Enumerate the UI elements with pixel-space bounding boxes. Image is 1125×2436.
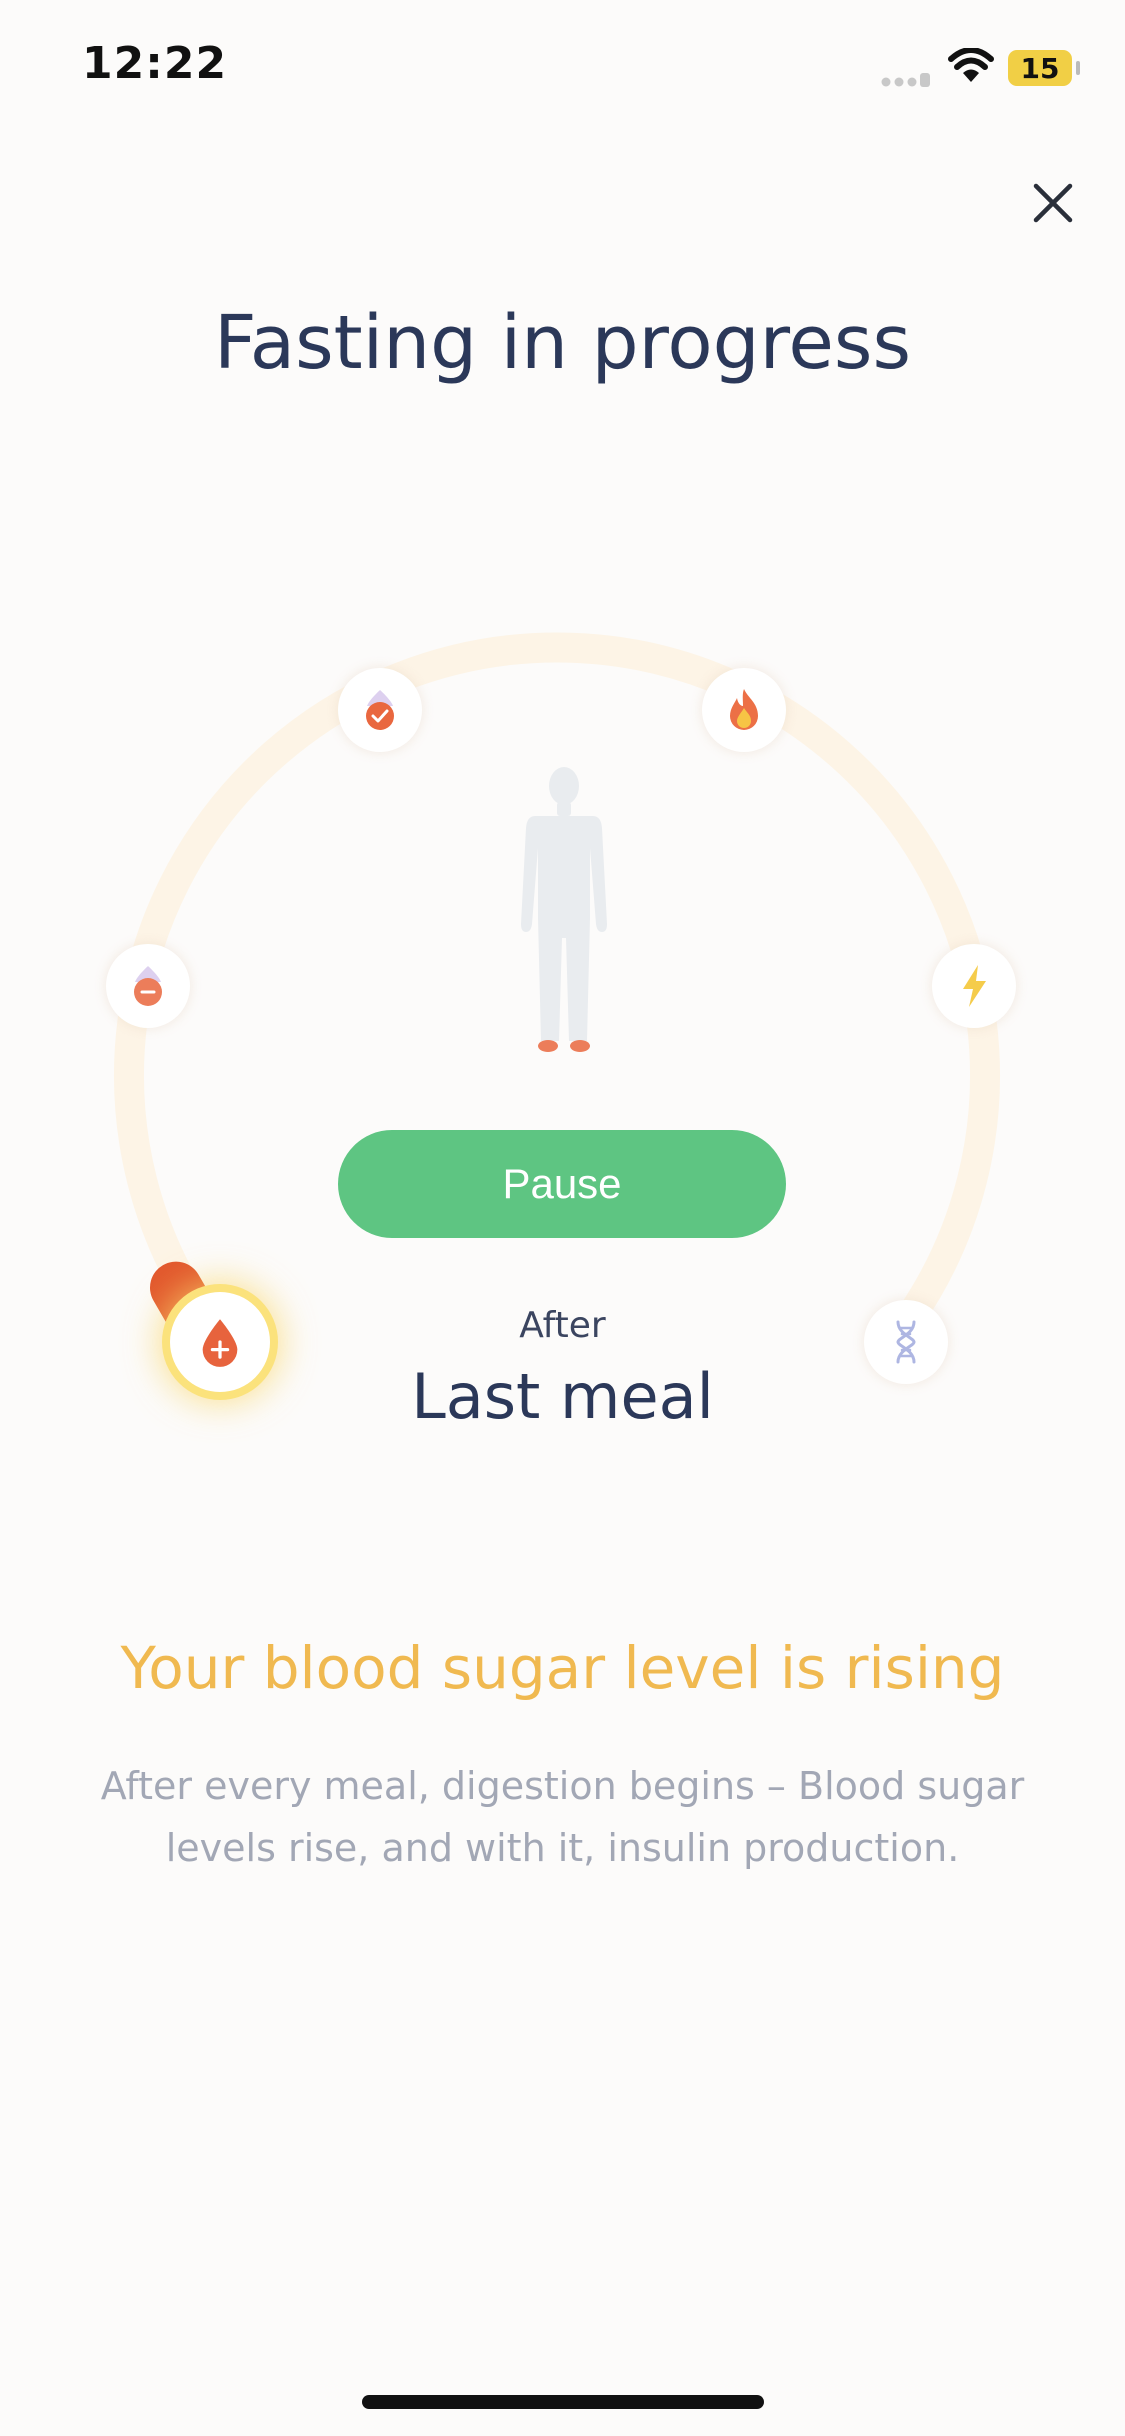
stage-ketosis-button[interactable] [932,944,1016,1028]
flame-icon [730,689,758,730]
battery-indicator: 15 [1008,50,1080,86]
home-indicator[interactable] [362,2395,764,2409]
stage-fat-burning-button[interactable] [702,668,786,752]
blood-drop-check-icon [366,690,394,730]
human-body-illustration [521,767,607,1052]
blood-drop-minus-icon [134,966,162,1006]
stage-blood-sugar-normal-button[interactable] [338,668,422,752]
timer-label: Last meal [411,1360,714,1433]
stage-headline: Your blood sugar level is rising [120,1634,1005,1702]
close-icon[interactable] [1028,178,1078,228]
battery-level: 15 [1020,51,1060,85]
stage-blood-sugar-falling-button[interactable] [106,944,190,1028]
wifi-icon [948,48,994,82]
timer-prefix: After [519,1305,606,1346]
page-title: Fasting in progress [213,300,912,386]
pause-button[interactable]: Pause [338,1130,786,1238]
status-time: 12:22 [82,38,228,89]
stage-description: After every meal, digestion begins – Blo… [100,1764,1025,1870]
cellular-signal-icon [881,73,930,87]
lightning-icon [963,965,986,1007]
